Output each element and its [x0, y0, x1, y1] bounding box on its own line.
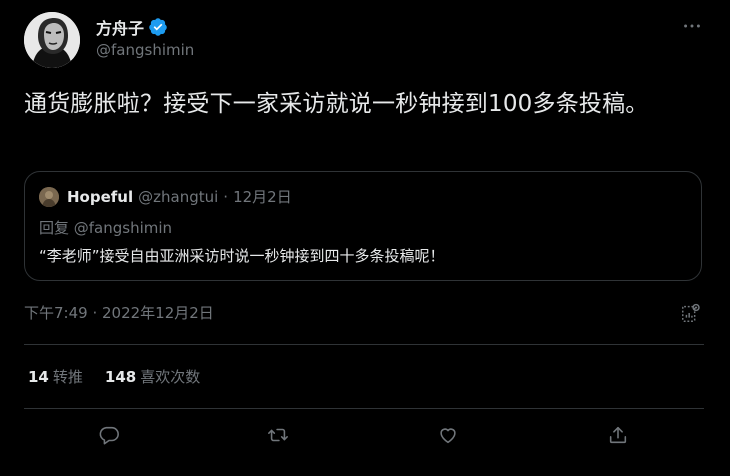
like-icon[interactable]: [437, 424, 463, 450]
quote-reply-to: 回复 @fangshimin: [39, 219, 173, 237]
divider-top: [24, 344, 704, 345]
share-icon[interactable]: [607, 424, 633, 450]
divider-bottom: [24, 408, 704, 409]
retweets-count: 14: [28, 368, 49, 386]
tweet-stats: 14 转推 148 喜欢次数: [28, 366, 200, 387]
author-name-row: 方舟子: [96, 15, 168, 39]
likes-label: 喜欢次数: [140, 368, 201, 386]
more-icon[interactable]: [681, 15, 703, 37]
analytics-icon[interactable]: [680, 302, 702, 324]
quote-header: Hopeful @zhangtui · 12月2日: [67, 186, 292, 207]
quote-date[interactable]: 12月2日: [233, 186, 292, 207]
retweets-label: 转推: [52, 368, 83, 386]
author-handle[interactable]: @fangshimin: [96, 41, 194, 59]
verified-badge-icon: [148, 17, 168, 37]
author-name[interactable]: 方舟子: [96, 15, 144, 39]
quote-text: “李老师”接受自由亚洲采访时说一秒钟接到四十多条投稿呢！: [39, 247, 445, 265]
quote-separator: ·: [223, 187, 229, 206]
likes-count: 148: [104, 368, 137, 386]
quote-author-name[interactable]: Hopeful: [67, 188, 133, 206]
likes-stat[interactable]: 148 喜欢次数: [105, 366, 200, 387]
quoted-tweet[interactable]: Hopeful @zhangtui · 12月2日 回复 @fangshimin…: [24, 171, 702, 281]
author-avatar[interactable]: [24, 12, 80, 68]
quote-author-handle[interactable]: @zhangtui: [138, 188, 218, 206]
reply-icon[interactable]: [98, 424, 124, 450]
tweet-timestamp[interactable]: 下午7:49 · 2022年12月2日: [24, 302, 214, 323]
tweet-text: 通货膨胀啦？接受下一家采访就说一秒钟接到100多条投稿。: [24, 91, 649, 117]
quote-author-avatar[interactable]: [39, 187, 59, 207]
retweets-stat[interactable]: 14 转推: [28, 366, 83, 387]
retweet-icon[interactable]: [267, 424, 293, 450]
